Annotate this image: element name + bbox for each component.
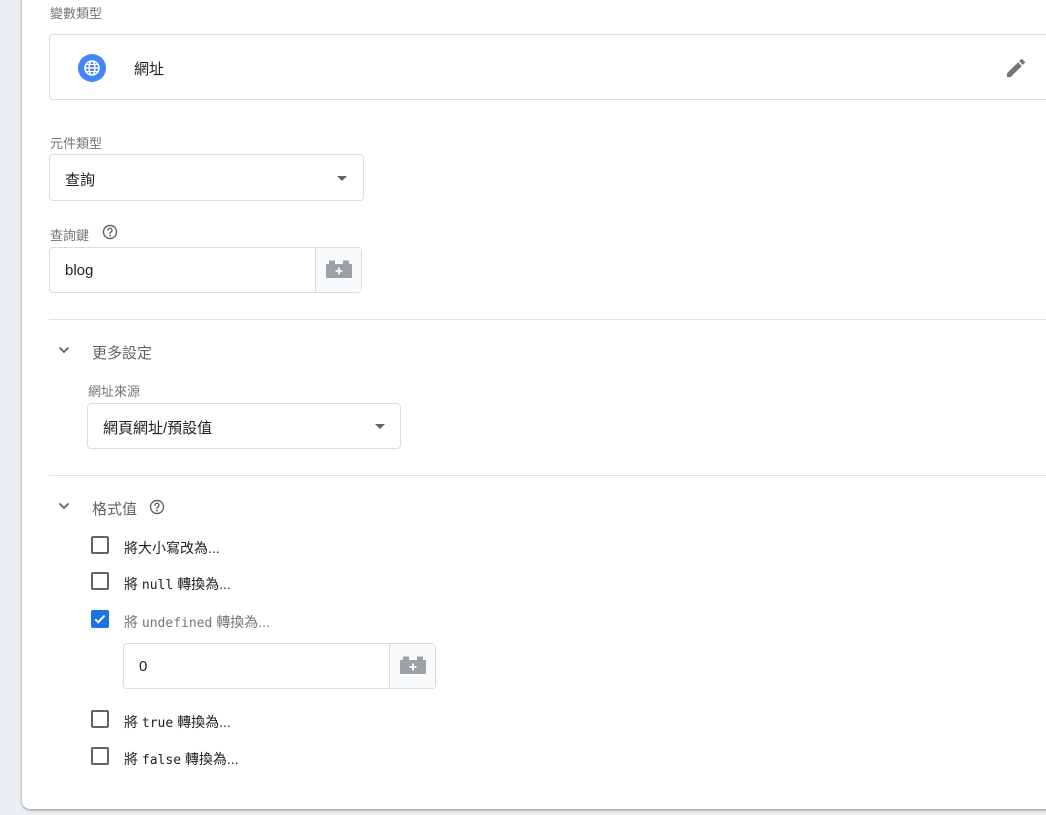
convert-undefined-checkbox[interactable]: [91, 610, 109, 628]
convert-false-checkbox[interactable]: [91, 747, 109, 765]
section-divider: [49, 475, 1046, 476]
undefined-value-field: 0: [123, 643, 436, 689]
more-settings-title[interactable]: 更多設定: [92, 342, 152, 363]
component-type-value: 查詢: [65, 172, 96, 189]
lego-block-plus-icon: [326, 260, 352, 278]
change-case-checkbox[interactable]: [91, 536, 109, 554]
insert-variable-button[interactable]: [389, 644, 435, 688]
variable-config-card: 變數類型 網址 元件類型 查詢 查詢鍵 blog 更多設定 網址來源 網頁網址/…: [22, 0, 1046, 809]
section-divider: [49, 319, 1046, 320]
url-source-dropdown[interactable]: 網頁網址/預設值: [87, 403, 401, 449]
variable-type-name: 網址: [134, 61, 165, 78]
variable-type-label: 變數類型: [50, 6, 103, 21]
convert-true-label: 將 true 轉換為...: [124, 714, 231, 731]
help-icon[interactable]: [102, 224, 118, 240]
dropdown-arrow-icon: [375, 424, 385, 429]
lego-block-plus-icon: [400, 656, 426, 674]
undefined-value-input[interactable]: 0: [139, 658, 147, 675]
variable-type-selector[interactable]: 網址: [49, 34, 1046, 100]
convert-true-checkbox[interactable]: [91, 710, 109, 728]
query-key-field: blog: [49, 247, 362, 293]
dropdown-arrow-icon: [337, 176, 347, 181]
url-source-label: 網址來源: [88, 384, 141, 399]
chevron-down-icon[interactable]: [56, 342, 72, 358]
query-key-input[interactable]: blog: [65, 262, 93, 279]
format-value-title[interactable]: 格式值: [92, 498, 137, 519]
component-type-dropdown[interactable]: 查詢: [49, 154, 364, 201]
component-type-label: 元件類型: [50, 136, 103, 151]
change-case-label: 將大小寫改為...: [124, 540, 220, 556]
convert-false-label: 將 false 轉換為...: [124, 751, 239, 768]
convert-null-label: 將 null 轉換為...: [124, 576, 231, 593]
insert-variable-button[interactable]: [315, 248, 361, 292]
convert-undefined-label: 將 undefined 轉換為...: [124, 614, 270, 631]
pencil-icon[interactable]: [1004, 56, 1028, 80]
globe-icon: [78, 54, 106, 82]
convert-null-checkbox[interactable]: [91, 572, 109, 590]
url-source-value: 網頁網址/預設值: [103, 420, 213, 437]
help-icon[interactable]: [149, 499, 165, 515]
chevron-down-icon[interactable]: [56, 498, 72, 514]
checkmark-icon: [94, 614, 106, 624]
query-key-label: 查詢鍵: [50, 228, 90, 243]
